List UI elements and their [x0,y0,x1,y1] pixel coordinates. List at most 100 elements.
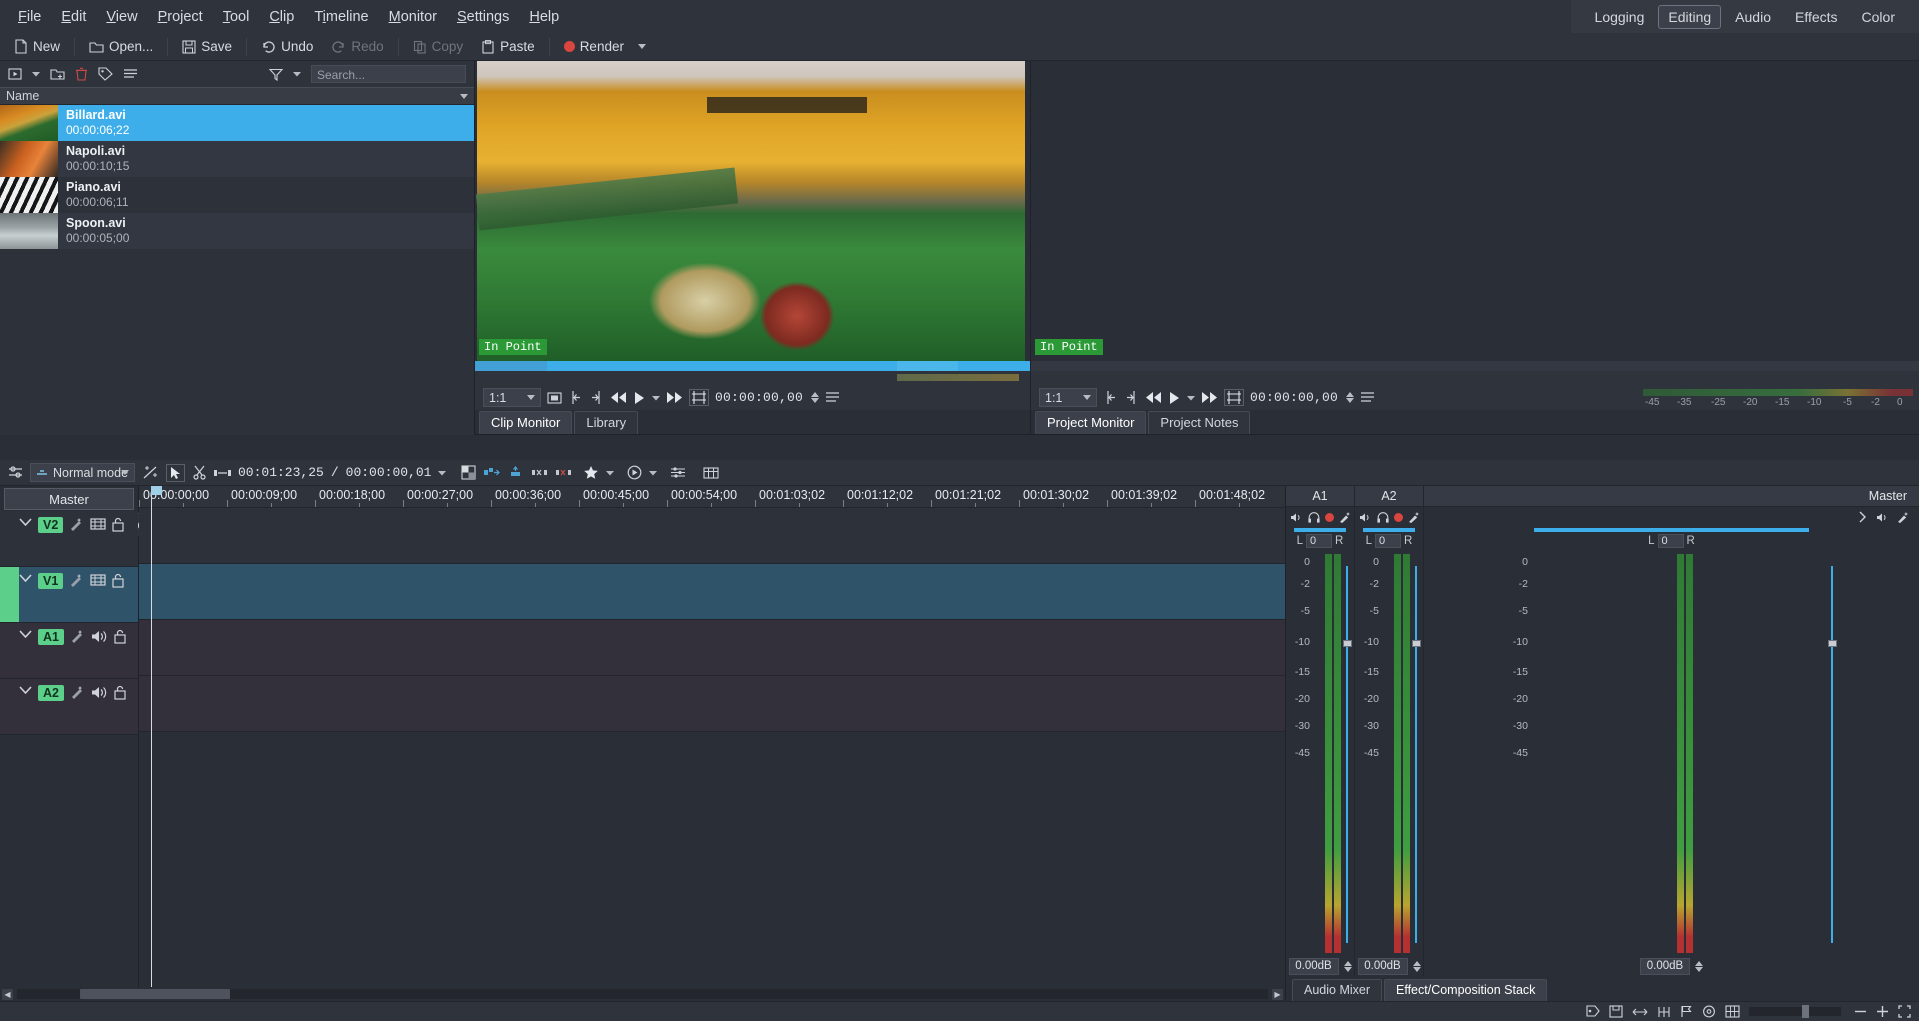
fullscreen-icon[interactable] [1898,1005,1911,1018]
gain-stepper[interactable] [1344,961,1352,972]
lock-icon[interactable] [113,629,127,644]
track-name-v2[interactable]: V2 [38,517,63,533]
timeline-lane-a1[interactable] [139,620,1285,676]
overwrite-zone-icon[interactable] [507,466,524,479]
insert-edit-icon[interactable] [1657,1006,1671,1018]
gain-value[interactable]: 0.00dB [1640,958,1690,975]
project-monitor-ruler[interactable] [1031,371,1919,385]
lock-icon[interactable] [111,517,125,532]
chevron-down-icon[interactable] [460,94,468,99]
render-button[interactable]: Render [556,36,632,57]
play-options-chevron-icon[interactable] [1187,395,1195,401]
volume-fader-knob[interactable] [1828,640,1837,647]
new-folder-icon[interactable] [50,67,65,81]
timeline-duration-timecode[interactable]: 00:00:00,01 [346,465,432,480]
video-track-icon[interactable] [90,573,106,587]
set-in-point-icon[interactable] [568,390,583,405]
favorite-chevron-icon[interactable] [606,470,614,476]
track-name-a1[interactable]: A1 [38,629,64,645]
gain-stepper[interactable] [1695,961,1703,972]
speaker-icon[interactable] [91,685,108,700]
lift-zone-icon[interactable] [555,466,572,479]
effects-icon[interactable] [69,629,86,644]
track-name-v1[interactable]: V1 [38,573,63,589]
clip-monitor-menu-icon[interactable] [825,391,840,404]
extract-zone-icon[interactable] [531,466,548,479]
timeline-horizontal-scrollbar[interactable]: ◀ ▶ [0,987,1285,1001]
mute-icon[interactable] [1290,512,1303,523]
timeline-grid-icon[interactable] [703,466,719,480]
timeline-zoom-slider[interactable] [1749,1007,1841,1016]
track-name-a2[interactable]: A2 [38,685,64,701]
menu-monitor[interactable]: Monitor [379,5,447,29]
audio-levels-icon[interactable] [670,466,686,479]
record-icon[interactable] [1394,513,1403,522]
bin-menu-icon[interactable] [123,67,138,81]
project-monitor-menu-icon[interactable] [1360,391,1375,404]
mixer-config-icon[interactable] [1408,512,1420,523]
grid-toggle-icon[interactable] [1725,1005,1740,1018]
expand-chevron-icon[interactable] [18,517,33,528]
timecode-chevron-icon[interactable] [438,470,446,476]
mixer-config-icon[interactable] [1339,512,1351,523]
add-clip-chevron-icon[interactable] [32,71,40,77]
volume-fader-knob[interactable] [1412,640,1421,647]
forward-icon[interactable] [666,391,683,404]
timeline-ruler[interactable]: 00:00:00;00 00:00:09;00 00:00:18;00 00:0… [139,486,1285,508]
add-clip-icon[interactable] [8,67,22,81]
gain-stepper[interactable] [1413,961,1421,972]
bin-column-header[interactable]: Name [0,87,474,105]
set-in-point-icon[interactable] [1103,390,1118,405]
menu-tool[interactable]: Tool [213,5,260,29]
workspace-logging[interactable]: Logging [1585,5,1655,29]
filter-icon[interactable] [269,68,283,81]
playhead-knob[interactable] [151,486,162,495]
bin-row-spoon[interactable]: Spoon.avi 00:00:05;00 [0,213,474,249]
timeline-preview-icon[interactable] [627,465,642,480]
timeline-settings-icon[interactable] [8,465,23,480]
mix-icon[interactable] [461,465,476,480]
track-header-v2[interactable]: V2 [0,511,138,567]
video-track-icon[interactable] [90,517,106,531]
undo-button[interactable]: Undo [253,36,321,57]
pan-value[interactable]: 0 [1306,534,1332,548]
rewind-icon[interactable] [1145,391,1162,404]
bin-row-billard[interactable]: Billard.avi 00:00:06;22 [0,105,474,141]
preview-chevron-icon[interactable] [649,470,657,476]
workspace-effects[interactable]: Effects [1785,5,1848,29]
set-out-point-icon[interactable] [1124,390,1139,405]
volume-fader-track[interactable] [1415,566,1417,943]
volume-fader-track[interactable] [1346,566,1348,943]
tab-effect-composition-stack[interactable]: Effect/Composition Stack [1384,979,1547,1001]
workspace-editing[interactable]: Editing [1658,5,1721,29]
timeline-master-button[interactable]: Master [4,488,134,510]
project-monitor-zoom-select[interactable]: 1:1 [1039,388,1097,407]
flag-icon[interactable] [1680,1005,1693,1018]
workspace-audio[interactable]: Audio [1725,5,1781,29]
filter-chevron-icon[interactable] [293,71,301,77]
timeline-lane-v1[interactable] [139,564,1285,620]
edit-mode-select[interactable]: Normal mode [30,463,135,482]
menu-help[interactable]: Help [519,5,569,29]
track-header-v1[interactable]: V1 [0,567,138,623]
menu-view[interactable]: View [96,5,147,29]
expand-chevron-icon[interactable] [18,685,33,696]
new-button[interactable]: New [6,36,68,57]
zone-marker-icon[interactable] [689,389,709,406]
effects-icon[interactable] [69,685,86,700]
scroll-track[interactable] [17,989,1268,999]
expand-chevron-icon[interactable] [18,573,33,584]
clip-monitor-ruler[interactable] [475,371,1030,385]
open-button[interactable]: Open... [81,36,161,57]
play-options-chevron-icon[interactable] [652,395,660,401]
gain-value[interactable]: 0.00dB [1358,958,1408,975]
tab-clip-monitor[interactable]: Clip Monitor [479,411,572,434]
menu-project[interactable]: Project [148,5,213,29]
snap-icon[interactable] [142,465,159,480]
menu-settings[interactable]: Settings [447,5,519,29]
project-monitor-timecode-stepper[interactable] [1346,392,1354,403]
lock-icon[interactable] [111,573,125,588]
clip-monitor-timecode-stepper[interactable] [811,392,819,403]
selection-tool-icon[interactable] [166,464,185,482]
zoom-out-icon[interactable] [1854,1005,1867,1018]
